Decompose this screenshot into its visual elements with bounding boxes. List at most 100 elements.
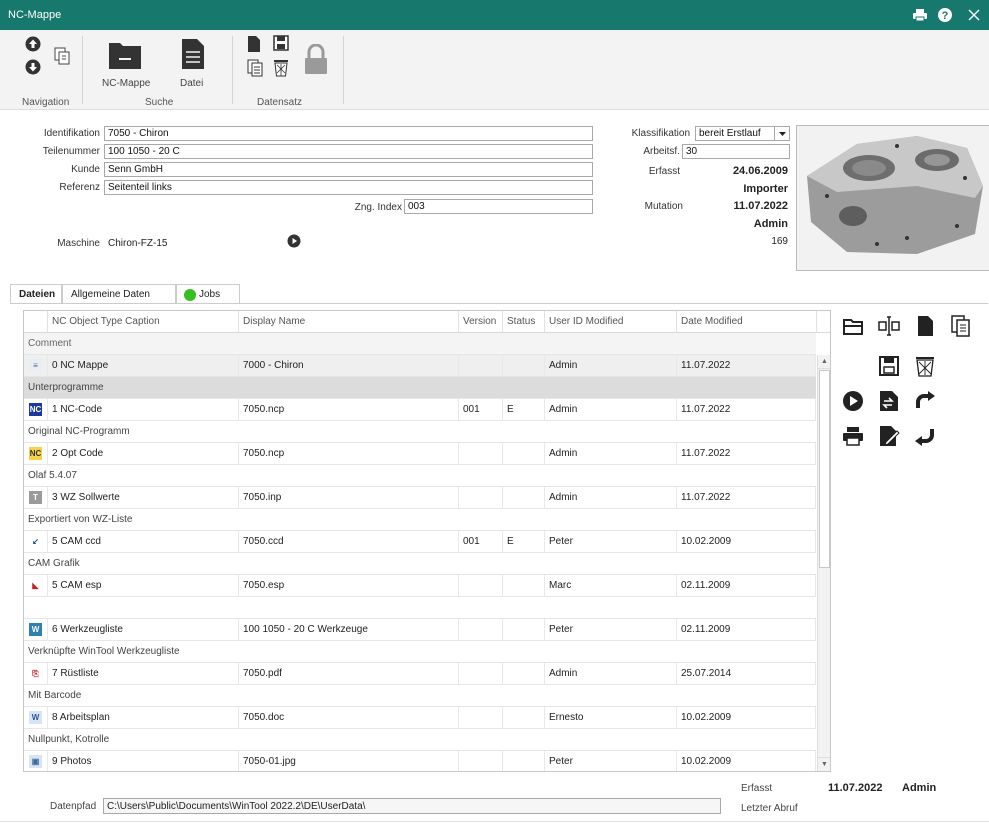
kunde-field[interactable]: Senn GmbH [104, 162, 593, 177]
cell-version[interactable] [459, 663, 503, 684]
cell-status[interactable]: E [503, 531, 545, 552]
tab-dateien[interactable]: Dateien [10, 284, 62, 304]
cell-version[interactable] [459, 443, 503, 464]
table-row[interactable]: NC 1 NC-Code 7050.ncp 001 E Admin 11.07.2022 [24, 399, 816, 421]
cell-version[interactable]: 001 [459, 399, 503, 420]
chevron-down-icon[interactable] [774, 127, 789, 140]
folder-icon[interactable] [108, 38, 142, 73]
tab-allgemeine-daten[interactable]: Allgemeine Daten [62, 284, 176, 304]
cell-version[interactable] [459, 619, 503, 640]
table-row-comment[interactable]: Original NC-Programm [24, 421, 816, 443]
goto-machine-icon[interactable] [287, 234, 301, 251]
cell-type[interactable]: 1 NC-Code [48, 399, 239, 420]
cell-user[interactable]: Peter [545, 751, 677, 771]
cell-type[interactable]: 3 WZ Sollwerte [48, 487, 239, 508]
cell-status[interactable] [503, 355, 545, 376]
zng-index-field[interactable]: 003 [404, 199, 593, 214]
grid-scrollbar[interactable]: ▲ ▼ [817, 355, 830, 771]
open-folder-icon[interactable] [842, 315, 864, 337]
cell-date[interactable]: 10.02.2009 [677, 707, 816, 728]
column-header-status[interactable]: Status [503, 311, 545, 333]
cell-status[interactable] [503, 487, 545, 508]
copy-link-icon[interactable] [52, 46, 72, 69]
cell-user[interactable]: Ernesto [545, 707, 677, 728]
column-header-user[interactable]: User ID Modified [545, 311, 677, 333]
cell-display[interactable]: 7050-01.jpg [239, 751, 459, 771]
scroll-down-icon[interactable]: ▼ [818, 757, 830, 771]
navigate-up-icon[interactable] [25, 36, 41, 55]
cell-version[interactable] [459, 575, 503, 596]
cell-display[interactable]: 7050.inp [239, 487, 459, 508]
table-row-comment[interactable]: Mit Barcode [24, 685, 816, 707]
table-row[interactable]: ↙ 5 CAM ccd 7050.ccd 001 E Peter 10.02.2009 [24, 531, 816, 553]
transfer-file-icon[interactable] [878, 390, 900, 412]
table-row[interactable]: W 6 Werkzeugliste 100 1050 - 20 C Werkzeug… [24, 619, 816, 641]
cell-status[interactable] [503, 619, 545, 640]
new-file-icon[interactable] [914, 315, 936, 337]
copy-record-icon[interactable] [247, 59, 263, 80]
save-icon[interactable] [273, 35, 289, 54]
nc-mappe-button-label[interactable]: NC-Mappe [102, 78, 150, 89]
datenpfad-field[interactable]: C:\Users\Public\Documents\WinTool 2022.2… [103, 798, 721, 814]
identifikation-field[interactable]: 7050 - Chiron [104, 126, 593, 141]
cell-type[interactable]: 7 Rüstliste [48, 663, 239, 684]
cell-status[interactable] [503, 751, 545, 771]
export-icon[interactable] [914, 390, 936, 412]
cell-date[interactable]: 11.07.2022 [677, 399, 816, 420]
cell-version[interactable]: 001 [459, 531, 503, 552]
close-icon[interactable] [966, 7, 982, 23]
teilenummer-field[interactable]: 100 1050 - 20 C [104, 144, 593, 159]
cell-user[interactable]: Peter [545, 531, 677, 552]
table-row[interactable]: W 8 Arbeitsplan 7050.doc Ernesto 10.02.2009 [24, 707, 816, 729]
cell-display[interactable]: 7050.doc [239, 707, 459, 728]
cell-display[interactable]: 7000 - Chiron [239, 355, 459, 376]
table-row-comment[interactable]: Exportiert von WZ-Liste [24, 509, 816, 531]
arbeitsf-field[interactable]: 30 [682, 144, 790, 159]
cell-display[interactable]: 100 1050 - 20 C Werkzeuge [239, 619, 459, 640]
cell-status[interactable] [503, 707, 545, 728]
tab-jobs[interactable]: Jobs [176, 284, 240, 304]
table-row-comment[interactable] [24, 597, 816, 619]
table-row-comment[interactable]: Verknüpfte WinTool Werkzeugliste [24, 641, 816, 663]
scroll-thumb[interactable] [819, 370, 830, 568]
cell-display[interactable]: 7050.pdf [239, 663, 459, 684]
part-photo[interactable] [796, 125, 989, 271]
cell-display[interactable]: 7050.ncp [239, 399, 459, 420]
lock-icon[interactable] [303, 43, 329, 79]
run-icon[interactable] [842, 390, 864, 412]
cell-type[interactable]: 0 NC Mappe [48, 355, 239, 376]
delete-icon[interactable] [273, 59, 289, 80]
column-header-date[interactable]: Date Modified [677, 311, 817, 333]
print-file-icon[interactable] [842, 425, 864, 447]
table-row[interactable]: ◣ 5 CAM esp 7050.esp Marc 02.11.2009 [24, 575, 816, 597]
cell-date[interactable]: 11.07.2022 [677, 355, 816, 376]
cell-user[interactable]: Marc [545, 575, 677, 596]
cell-user[interactable]: Admin [545, 399, 677, 420]
table-row[interactable]: ≡ 0 NC Mappe 7000 - Chiron Admin 11.07.2022 [24, 355, 816, 377]
table-row-comment[interactable]: Olaf 5.4.07 [24, 465, 816, 487]
cell-version[interactable] [459, 707, 503, 728]
table-row[interactable]: T 3 WZ Sollwerte 7050.inp Admin 11.07.2022 [24, 487, 816, 509]
cell-user[interactable]: Admin [545, 355, 677, 376]
cell-type[interactable]: 9 Photos [48, 751, 239, 771]
table-row-comment[interactable]: CAM Grafik [24, 553, 816, 575]
cell-status[interactable] [503, 443, 545, 464]
cell-date[interactable]: 11.07.2022 [677, 443, 816, 464]
cell-status[interactable]: E [503, 399, 545, 420]
edit-file-icon[interactable] [878, 425, 900, 447]
insert-column-icon[interactable] [878, 315, 900, 337]
import-icon[interactable] [914, 425, 936, 447]
cell-user[interactable]: Admin [545, 663, 677, 684]
cell-display[interactable]: 7050.ccd [239, 531, 459, 552]
cell-version[interactable] [459, 487, 503, 508]
cell-date[interactable]: 25.07.2014 [677, 663, 816, 684]
new-record-icon[interactable] [247, 35, 261, 56]
cell-type[interactable]: 2 Opt Code [48, 443, 239, 464]
cell-version[interactable] [459, 751, 503, 771]
save-file-icon[interactable] [878, 355, 900, 377]
navigate-down-icon[interactable] [25, 59, 41, 78]
cell-date[interactable]: 11.07.2022 [677, 487, 816, 508]
table-row[interactable]: NC 2 Opt Code 7050.ncp Admin 11.07.2022 [24, 443, 816, 465]
column-header-display[interactable]: Display Name [239, 311, 459, 333]
referenz-field[interactable]: Seitenteil links [104, 180, 593, 195]
